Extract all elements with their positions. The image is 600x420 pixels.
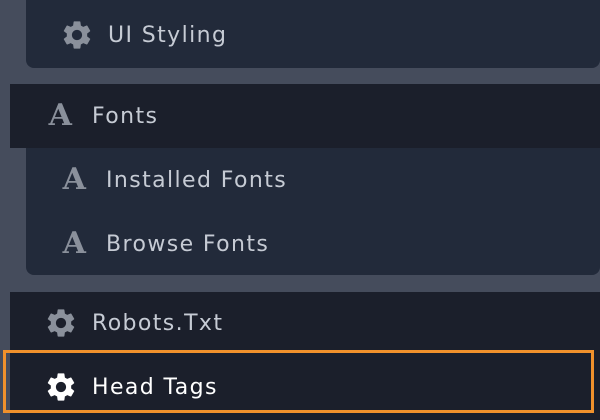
nav-item-fonts-label: Fonts xyxy=(92,103,159,129)
submenu-item-installed-fonts[interactable]: A Installed Fonts xyxy=(58,160,287,200)
gear-icon xyxy=(60,18,94,52)
submenu-item-browse-fonts-label: Browse Fonts xyxy=(106,231,270,257)
nav-item-fonts[interactable]: A Fonts xyxy=(44,96,158,136)
nav-item-robots-txt[interactable]: Robots.Txt xyxy=(44,303,223,343)
submenu-item-browse-fonts[interactable]: A Browse Fonts xyxy=(58,224,269,264)
submenu-item-installed-fonts-label: Installed Fonts xyxy=(106,167,288,193)
submenu-item-ui-styling[interactable]: UI Styling xyxy=(60,15,227,55)
font-a-icon: A xyxy=(48,98,74,133)
nav-item-head-tags[interactable]: Head Tags xyxy=(44,367,218,407)
font-a-icon: A xyxy=(62,162,88,197)
gear-icon xyxy=(44,370,78,404)
nav-item-robots-txt-label: Robots.Txt xyxy=(92,310,224,336)
gear-icon xyxy=(44,306,78,340)
submenu-item-ui-styling-label: UI Styling xyxy=(108,22,228,48)
font-a-icon: A xyxy=(62,226,88,261)
nav-item-head-tags-label: Head Tags xyxy=(92,374,218,400)
